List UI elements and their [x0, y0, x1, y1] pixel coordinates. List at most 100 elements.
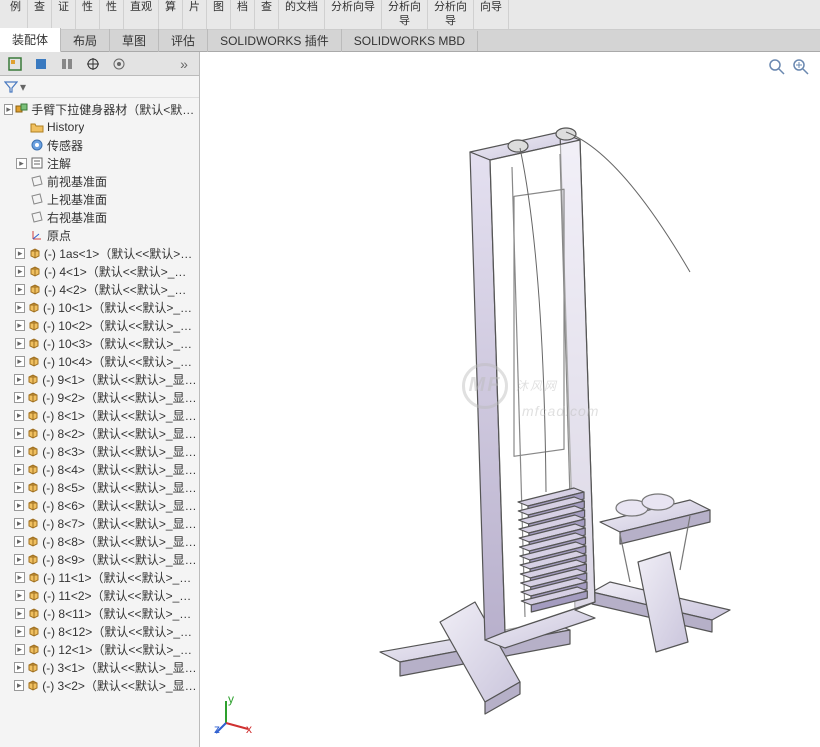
expander-icon[interactable]: ▸: [15, 626, 25, 637]
tree-root-assembly[interactable]: ▸手臂下拉健身器材（默认<默认_显示状: [2, 100, 197, 118]
tree-part[interactable]: ▸(-) 8<7>（默认<<默认>_显示状态: [2, 514, 197, 532]
expander-icon[interactable]: ▸: [15, 338, 25, 349]
tree-part[interactable]: ▸(-) 8<11>（默认<<默认>_显示状: [2, 604, 197, 622]
expander-icon[interactable]: ▸: [14, 428, 24, 439]
expander-icon[interactable]: ▸: [14, 662, 24, 673]
expander-icon[interactable]: [16, 140, 27, 151]
tab-SOLIDWORKS 插件[interactable]: SOLIDWORKS 插件: [208, 29, 342, 52]
graphics-viewport[interactable]: MF 沐风网 mfcad.com y x z: [200, 52, 820, 747]
tree-part[interactable]: ▸(-) 9<1>（默认<<默认>_显示状态: [2, 370, 197, 388]
tree-part[interactable]: ▸(-) 10<4>（默认<<默认>_显示状: [2, 352, 197, 370]
ribbon-group[interactable]: 性: [100, 0, 124, 30]
expander-icon[interactable]: [16, 176, 27, 187]
ribbon-group[interactable]: 查: [28, 0, 52, 30]
ribbon-group[interactable]: 直观: [124, 0, 159, 30]
tab-装配体[interactable]: 装配体: [0, 28, 61, 53]
tree-part[interactable]: ▸(-) 8<6>（默认<<默认>_显示状态: [2, 496, 197, 514]
expander-icon[interactable]: ▸: [4, 104, 13, 115]
expander-icon[interactable]: ▸: [15, 572, 25, 583]
tree-item-上视基准面[interactable]: 上视基准面: [2, 190, 197, 208]
tree-part[interactable]: ▸(-) 8<3>（默认<<默认>_显示状态: [2, 442, 197, 460]
tree-tab-featuremanager[interactable]: [4, 54, 26, 74]
tree-part[interactable]: ▸(-) 8<1>（默认<<默认>_显示状态: [2, 406, 197, 424]
expander-icon[interactable]: ▸: [14, 392, 24, 403]
expander-icon[interactable]: ▸: [15, 644, 25, 655]
expander-icon[interactable]: ▸: [14, 536, 24, 547]
tree-part[interactable]: ▸(-) 4<2>（默认<<默认>_显示状: [2, 280, 197, 298]
expander-icon[interactable]: ▸: [15, 266, 25, 277]
ribbon-group[interactable]: 的文档: [279, 0, 325, 30]
ribbon-group[interactable]: 算: [159, 0, 183, 30]
feature-tree[interactable]: ▸手臂下拉健身器材（默认<默认_显示状History传感器▸注解前视基准面上视基…: [0, 98, 199, 747]
expander-icon[interactable]: ▸: [15, 248, 25, 259]
expander-icon[interactable]: [16, 122, 27, 133]
tree-item-前视基准面[interactable]: 前视基准面: [2, 172, 197, 190]
ribbon-group[interactable]: 分析向导: [325, 0, 382, 30]
tree-part[interactable]: ▸(-) 12<1>（默认<<默认>_显示状: [2, 640, 197, 658]
tree-part[interactable]: ▸(-) 4<1>（默认<<默认>_显示状: [2, 262, 197, 280]
tree-part[interactable]: ▸(-) 8<8>（默认<<默认>_显示状态: [2, 532, 197, 550]
tree-filter-bar[interactable]: ▾: [0, 76, 199, 98]
tree-part[interactable]: ▸(-) 11<1>（默认<<默认>_显示状: [2, 568, 197, 586]
tree-part[interactable]: ▸(-) 10<3>（默认<<默认>_显示状: [2, 334, 197, 352]
expander-icon[interactable]: ▸: [14, 680, 24, 691]
tree-item-右视基准面[interactable]: 右视基准面: [2, 208, 197, 226]
tree-item-传感器[interactable]: 传感器: [2, 136, 197, 154]
expander-icon[interactable]: ▸: [14, 554, 24, 565]
tree-label: (-) 3<1>（默认<<默认>_显示状态: [42, 659, 197, 676]
tab-布局[interactable]: 布局: [61, 29, 110, 52]
expander-icon[interactable]: ▸: [14, 482, 24, 493]
tree-tab-dimxpert[interactable]: [82, 54, 104, 74]
expander-icon[interactable]: ▸: [15, 302, 25, 313]
ribbon-group[interactable]: 向导: [474, 0, 509, 30]
expander-icon[interactable]: [16, 194, 27, 205]
ribbon-group[interactable]: 分析向导: [382, 0, 428, 30]
tree-tab-display[interactable]: [108, 54, 130, 74]
expander-icon[interactable]: [16, 230, 27, 241]
expander-icon[interactable]: ▸: [14, 410, 24, 421]
ribbon-group[interactable]: 片: [183, 0, 207, 30]
expander-icon[interactable]: ▸: [15, 356, 25, 367]
tree-part[interactable]: ▸(-) 3<2>（默认<<默认>_显示状态: [2, 676, 197, 694]
tree-part[interactable]: ▸(-) 1as<1>（默认<<默认>_显示: [2, 244, 197, 262]
ribbon-group[interactable]: 档: [231, 0, 255, 30]
expander-icon[interactable]: ▸: [14, 464, 24, 475]
tree-part[interactable]: ▸(-) 9<2>（默认<<默认>_显示状态: [2, 388, 197, 406]
ribbon-group[interactable]: 分析向导: [428, 0, 474, 30]
ribbon-group[interactable]: 性: [76, 0, 100, 30]
tree-part[interactable]: ▸(-) 8<9>（默认<<默认>_显示状态: [2, 550, 197, 568]
ribbon-group[interactable]: 查: [255, 0, 279, 30]
tree-tab-propertymanager[interactable]: [30, 54, 52, 74]
ribbon-group[interactable]: 证: [52, 0, 76, 30]
expander-icon[interactable]: ▸: [15, 284, 25, 295]
tab-评估[interactable]: 评估: [159, 29, 208, 52]
tab-草图[interactable]: 草图: [110, 29, 159, 52]
expander-icon[interactable]: ▸: [14, 500, 24, 511]
tree-icon: [26, 497, 40, 513]
expander-icon[interactable]: [16, 212, 27, 223]
expander-icon[interactable]: ▸: [15, 320, 25, 331]
tree-item-History[interactable]: History: [2, 118, 197, 136]
expander-icon[interactable]: ▸: [14, 446, 24, 457]
tree-tab-overflow[interactable]: »: [173, 54, 195, 74]
ribbon-group[interactable]: 图: [207, 0, 231, 30]
tree-part[interactable]: ▸(-) 8<12>（默认<<默认>_显示状: [2, 622, 197, 640]
orientation-triad[interactable]: y x z: [214, 695, 254, 735]
tree-tab-configmanager[interactable]: [56, 54, 78, 74]
tree-part[interactable]: ▸(-) 8<2>（默认<<默认>_显示状态: [2, 424, 197, 442]
tree-part[interactable]: ▸(-) 8<4>（默认<<默认>_显示状态: [2, 460, 197, 478]
expander-icon[interactable]: ▸: [14, 518, 24, 529]
tree-item-注解[interactable]: ▸注解: [2, 154, 197, 172]
tab-SOLIDWORKS MBD[interactable]: SOLIDWORKS MBD: [342, 31, 478, 51]
expander-icon[interactable]: ▸: [16, 158, 27, 169]
tree-item-原点[interactable]: 原点: [2, 226, 197, 244]
expander-icon[interactable]: ▸: [14, 374, 24, 385]
tree-part[interactable]: ▸ (-) 3<1>（默认<<默认>_显示状态: [2, 658, 197, 676]
tree-part[interactable]: ▸(-) 11<2>（默认<<默认>_显示状: [2, 586, 197, 604]
tree-part[interactable]: ▸(-) 10<2>（默认<<默认>_显示状: [2, 316, 197, 334]
tree-part[interactable]: ▸(-) 10<1>（默认<<默认>_显示状: [2, 298, 197, 316]
ribbon-group[interactable]: 例: [4, 0, 28, 30]
tree-part[interactable]: ▸(-) 8<5>（默认<<默认>_显示状态: [2, 478, 197, 496]
expander-icon[interactable]: ▸: [15, 590, 25, 601]
expander-icon[interactable]: ▸: [15, 608, 25, 619]
